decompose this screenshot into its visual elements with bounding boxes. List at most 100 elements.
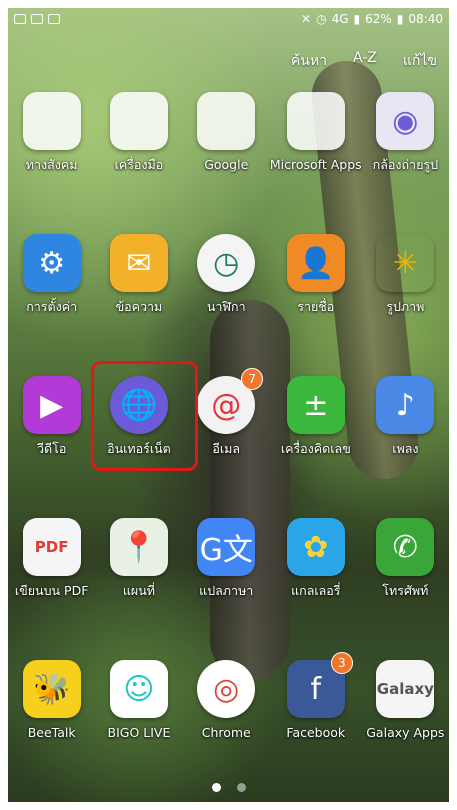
- page-dot-1[interactable]: [211, 783, 221, 792]
- contacts-person-icon: 👤: [286, 234, 345, 292]
- app-tools-folder[interactable]: เครื่องมือ: [95, 92, 182, 178]
- music-note-icon: ♪: [376, 376, 435, 434]
- clock-time: 08:40: [408, 12, 443, 26]
- icon-glyph: f: [310, 671, 322, 707]
- app-label: ข้อความ: [115, 299, 163, 314]
- search-button[interactable]: ค้นหา: [285, 48, 333, 74]
- icon-glyph: PDF: [34, 538, 69, 556]
- app-label: BIGO LIVE: [107, 725, 171, 740]
- app-label: อีเมล: [212, 441, 241, 456]
- app-google-folder[interactable]: Google: [183, 92, 270, 178]
- clock-icon: ◷: [197, 234, 256, 292]
- icon-glyph: ♪: [395, 387, 415, 423]
- facebook-icon: f3: [286, 652, 353, 718]
- icon-glyph: 🌐: [120, 387, 158, 423]
- app-beetalk-bee[interactable]: 🐝 BeeTalk: [8, 660, 95, 746]
- notification-image-icon: [48, 14, 60, 24]
- pdf-write-icon: PDF: [22, 518, 81, 576]
- social-folder-icon: [22, 92, 81, 150]
- icon-glyph: @: [211, 387, 242, 423]
- app-grid: ทางสังคม เครื่องมือ Google Microsoft Apps ◉ ก…: [8, 92, 449, 746]
- google-folder-icon: [197, 92, 256, 150]
- app-label: แผนที่: [122, 583, 156, 598]
- app-photos-pinwheel[interactable]: ✳ รูปภาพ: [362, 234, 449, 320]
- video-play-icon: ▶: [22, 376, 81, 434]
- app-label: โทรศัพท์: [382, 583, 429, 598]
- notification-badge: 3: [330, 652, 353, 674]
- app-messages-envelope[interactable]: ✉ ข้อความ: [95, 234, 182, 320]
- app-gallery-flower[interactable]: ✿ แกลเลอรี่: [270, 518, 362, 604]
- icon-glyph: Galaxy: [376, 680, 434, 698]
- icon-glyph: 🐝: [32, 671, 71, 707]
- app-clock[interactable]: ◷ นาฬิกา: [183, 234, 270, 320]
- app-label: ทางสังคม: [25, 157, 78, 172]
- app-galaxy-apps[interactable]: Galaxy Galaxy Apps: [362, 660, 449, 746]
- app-translate[interactable]: G文 แปลภาษา: [183, 518, 270, 604]
- app-microsoft-folder[interactable]: Microsoft Apps: [270, 92, 362, 178]
- edit-button[interactable]: แก้ไข: [397, 48, 443, 74]
- network-type: 4G: [331, 12, 349, 26]
- phone-icon: ✆: [376, 518, 435, 576]
- app-label: เขียนบน PDF: [14, 583, 89, 598]
- battery-icon: ▮: [396, 12, 404, 26]
- icon-glyph: 👤: [297, 245, 335, 281]
- app-settings-gear[interactable]: ⚙ การตั้งค่า: [8, 234, 95, 320]
- app-calculator[interactable]: ± เครื่องคิดเลข: [270, 376, 362, 462]
- photos-pinwheel-icon: ✳: [376, 234, 434, 292]
- app-email-at[interactable]: @7 อีเมล: [183, 368, 270, 462]
- sort-az-button[interactable]: A-Z: [347, 48, 383, 74]
- app-video-play[interactable]: ▶ วีดีโอ: [8, 376, 95, 462]
- app-label: Galaxy Apps: [366, 725, 445, 740]
- icon-glyph: ▶: [40, 387, 64, 423]
- beetalk-bee-icon: 🐝: [22, 660, 81, 718]
- page-dot-2[interactable]: [236, 783, 246, 792]
- translate-icon: G文: [197, 518, 256, 576]
- icon-glyph: ✿: [303, 529, 329, 565]
- icon-glyph: G文: [199, 533, 253, 568]
- battery-percent: 62%: [365, 12, 392, 26]
- app-social-folder[interactable]: ทางสังคม: [8, 92, 95, 178]
- page-indicator: [0, 783, 457, 792]
- maps-pin-icon: 📍: [109, 518, 168, 576]
- app-maps-pin[interactable]: 📍 แผนที่: [95, 518, 182, 604]
- notification-mail-icon: [31, 14, 43, 24]
- app-phone[interactable]: ✆ โทรศัพท์: [362, 518, 449, 604]
- icon-glyph: ◷: [213, 245, 240, 281]
- app-bigo-live[interactable]: ☺ BIGO LIVE: [95, 660, 182, 746]
- app-label: BeeTalk: [27, 725, 76, 740]
- app-label: แกลเลอรี่: [291, 583, 341, 598]
- bigo-live-icon: ☺: [109, 660, 168, 718]
- mute-icon: ✕: [301, 12, 312, 26]
- icon-glyph: 📍: [120, 529, 158, 565]
- app-label: อินเทอร์เน็ต: [107, 441, 171, 456]
- app-label: เครื่องมือ: [114, 157, 164, 172]
- app-label: การตั้งค่า: [26, 299, 78, 314]
- notification-badge: 7: [241, 368, 264, 390]
- app-label: กล้องถ่ายรูป: [372, 157, 439, 172]
- alarm-icon: ◷: [316, 12, 327, 26]
- chrome-icon: ◎: [197, 660, 256, 718]
- app-drawer-actions: ค้นหา A-Z แก้ไข: [285, 48, 443, 74]
- app-pdf-write[interactable]: PDF เขียนบน PDF: [8, 518, 95, 604]
- notification-gallery-icon: [14, 14, 26, 24]
- tools-folder-icon: [109, 92, 168, 150]
- app-facebook[interactable]: f 3 Facebook: [270, 652, 362, 746]
- app-label: รายชื่อ: [297, 299, 335, 314]
- app-camera[interactable]: ◉ กล้องถ่ายรูป: [362, 92, 449, 178]
- app-internet-globe[interactable]: 🌐 อินเทอร์เน็ต: [95, 376, 182, 462]
- app-label: วีดีโอ: [36, 441, 67, 456]
- signal-icon: ▮: [353, 12, 361, 26]
- internet-globe-icon: 🌐: [109, 376, 168, 434]
- status-bar: ✕ ◷ 4G ▮ 62% ▮ 08:40: [8, 8, 449, 30]
- app-music-note[interactable]: ♪ เพลง: [362, 376, 449, 462]
- icon-glyph: ⚙: [38, 245, 66, 281]
- app-contacts-person[interactable]: 👤 รายชื่อ: [270, 234, 362, 320]
- app-label: Google: [204, 157, 249, 172]
- status-right: ✕ ◷ 4G ▮ 62% ▮ 08:40: [301, 12, 443, 26]
- icon-glyph: ✳: [392, 245, 418, 281]
- icon-glyph: ◉: [392, 103, 419, 139]
- app-chrome[interactable]: ◎ Chrome: [183, 660, 270, 746]
- app-label: Facebook: [286, 725, 346, 740]
- app-label: แปลภาษา: [199, 583, 254, 598]
- app-label: เครื่องคิดเลข: [280, 441, 351, 456]
